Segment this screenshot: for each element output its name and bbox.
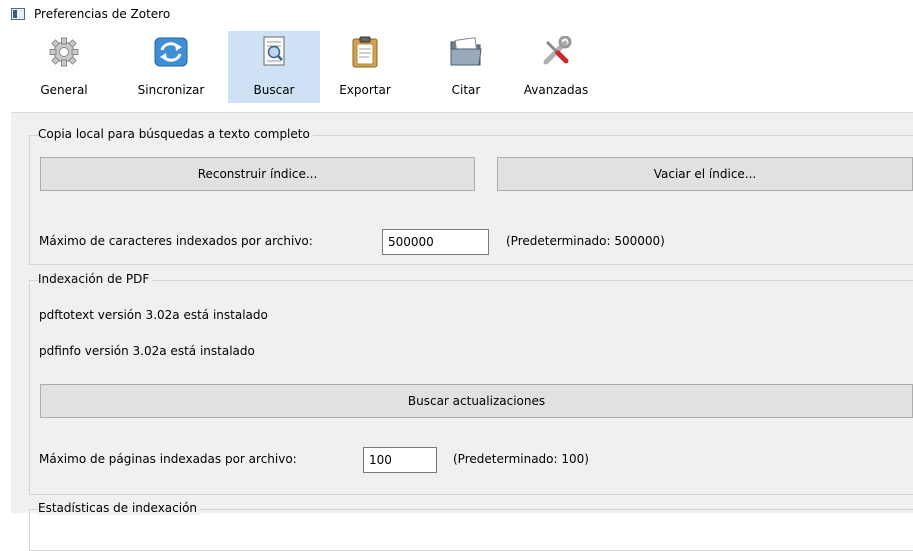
max-pages-default: (Predeterminado: 100) xyxy=(453,452,589,466)
folder-icon xyxy=(450,37,482,66)
tab-exportar[interactable]: Exportar xyxy=(322,31,408,103)
search-document-icon xyxy=(263,36,285,66)
max-pages-input[interactable] xyxy=(363,447,437,473)
tab-citar[interactable]: Citar xyxy=(431,31,501,103)
preferences-toolbar: General Sincronizar Buscar Exportar Cita… xyxy=(11,31,913,103)
tab-citar-label: Citar xyxy=(451,83,481,97)
index-stats-group: Estadísticas de indexación xyxy=(29,501,913,551)
app-window-icon xyxy=(11,8,25,20)
max-chars-default: (Predeterminado: 500000) xyxy=(506,234,665,248)
clipboard-icon xyxy=(352,36,378,68)
fulltext-legend: Copia local para búsquedas a texto compl… xyxy=(38,127,313,141)
window-title: Preferencias de Zotero xyxy=(34,7,171,21)
pdf-indexing-group: Indexación de PDF pdftotext versión 3.02… xyxy=(29,272,913,495)
check-updates-button[interactable]: Buscar actualizaciones xyxy=(40,384,913,418)
pdfinfo-status: pdfinfo versión 3.02a está instalado xyxy=(39,344,255,358)
tab-general[interactable]: General xyxy=(11,31,117,103)
tab-buscar-label: Buscar xyxy=(253,83,295,97)
index-stats-legend: Estadísticas de indexación xyxy=(38,501,201,515)
title-bar: Preferencias de Zotero xyxy=(0,0,913,28)
sync-icon xyxy=(154,37,188,67)
tab-general-label: General xyxy=(40,83,88,97)
preferences-panel: Copia local para búsquedas a texto compl… xyxy=(11,112,913,551)
rebuild-index-button[interactable]: Reconstruir índice... xyxy=(40,157,475,191)
max-chars-input[interactable] xyxy=(382,229,489,255)
clear-index-button[interactable]: Vaciar el índice... xyxy=(497,157,913,191)
gear-icon xyxy=(49,37,79,67)
tab-exportar-label: Exportar xyxy=(339,83,391,97)
tab-avanzadas[interactable]: Avanzadas xyxy=(514,31,598,103)
tab-sincronizar[interactable]: Sincronizar xyxy=(117,31,225,103)
tab-sincronizar-label: Sincronizar xyxy=(137,83,205,97)
pdftotext-status: pdftotext versión 3.02a está instalado xyxy=(39,308,268,322)
pdf-indexing-legend: Indexación de PDF xyxy=(38,272,153,286)
tools-icon xyxy=(543,36,572,65)
tab-avanzadas-label: Avanzadas xyxy=(523,83,589,97)
max-pages-label: Máximo de páginas indexadas por archivo: xyxy=(39,452,297,466)
max-chars-label: Máximo de caracteres indexados por archi… xyxy=(39,234,313,248)
tab-buscar[interactable]: Buscar xyxy=(228,31,320,103)
fulltext-group: Copia local para búsquedas a texto compl… xyxy=(29,127,913,265)
